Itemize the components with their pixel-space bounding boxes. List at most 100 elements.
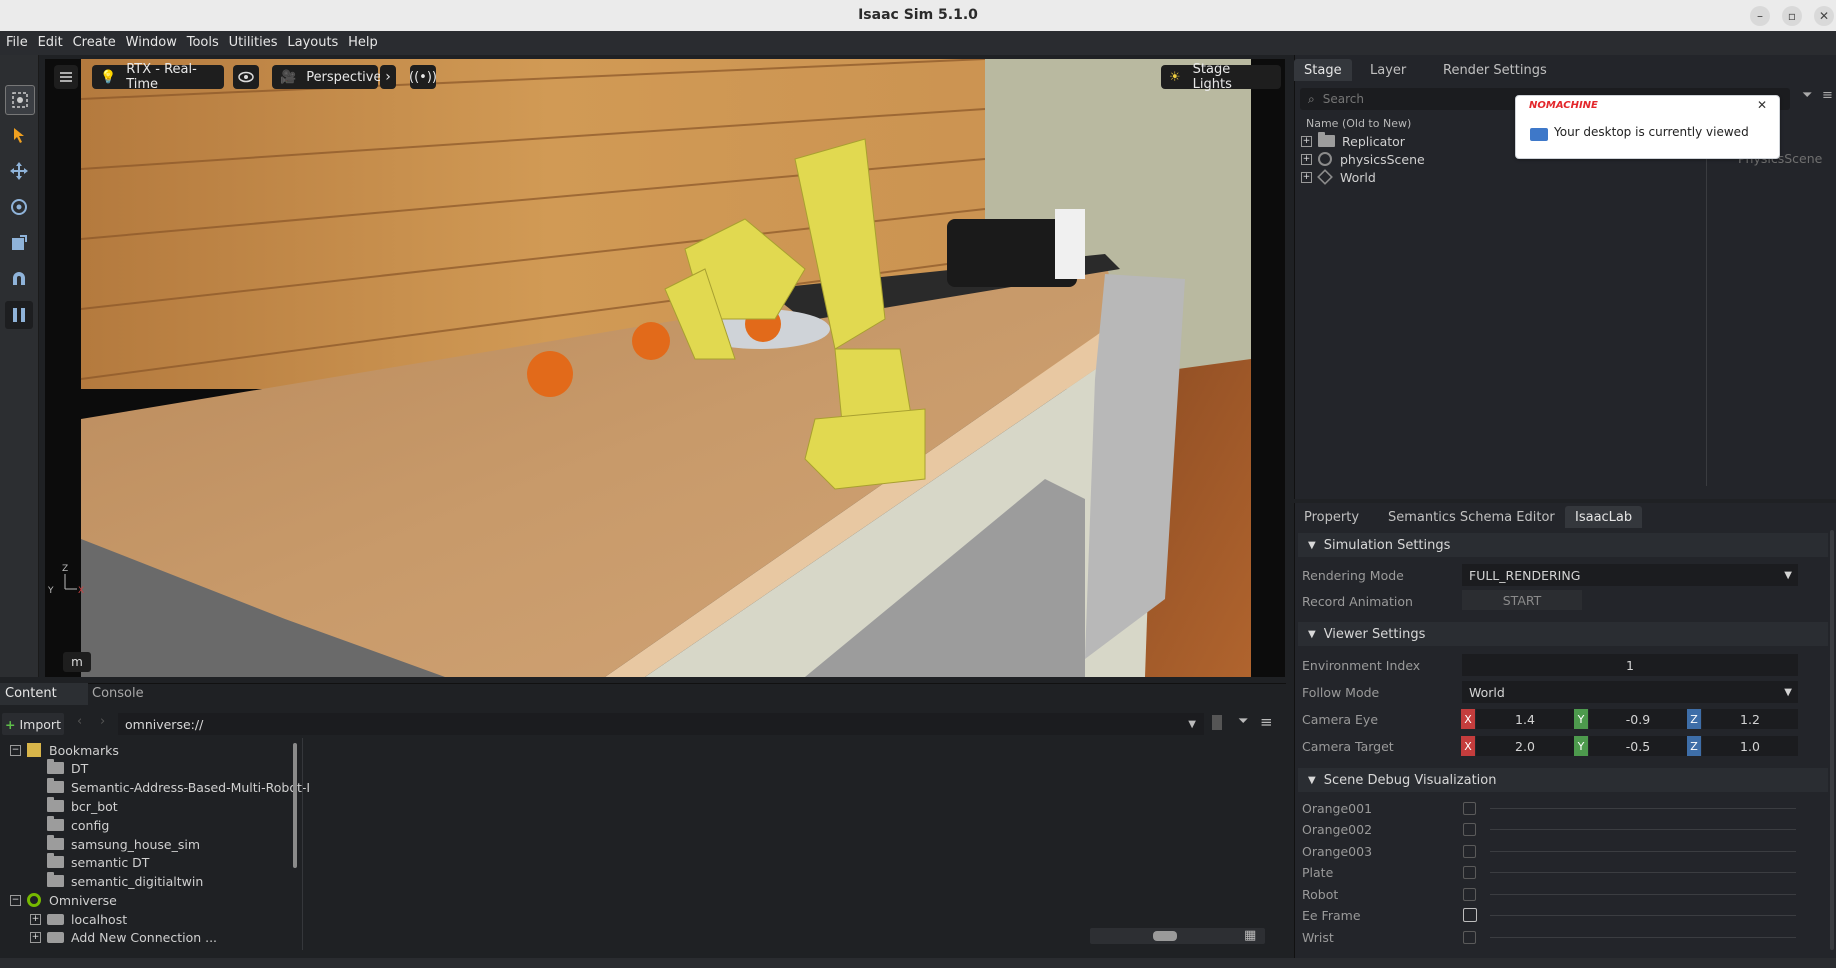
filter-icon[interactable]: ⏷ bbox=[1802, 88, 1812, 103]
maximize-icon[interactable]: ▫ bbox=[1782, 6, 1802, 26]
back-arrow-icon[interactable]: ‹ bbox=[77, 714, 82, 729]
follow-mode-dropdown[interactable]: World ▼ bbox=[1462, 681, 1798, 703]
rendering-mode-dropdown[interactable]: FULL_RENDERING ▼ bbox=[1462, 564, 1798, 586]
grid-view-icon[interactable]: ▦ bbox=[1244, 928, 1256, 943]
viewport[interactable]: Z Y X bbox=[45, 59, 1285, 677]
snap-magnet-icon[interactable] bbox=[5, 265, 33, 293]
menu-tools[interactable]: Tools bbox=[184, 31, 222, 50]
triangle-down-icon: ▼ bbox=[1308, 774, 1316, 786]
stage-item-physicsscene[interactable]: physicsScene bbox=[1318, 150, 1425, 168]
collapse-icon[interactable]: − bbox=[10, 895, 21, 906]
connection-item[interactable]: localhost bbox=[47, 910, 127, 928]
unit-badge[interactable]: m bbox=[63, 652, 91, 672]
sensor-icon[interactable]: ((•)) bbox=[409, 65, 437, 89]
tab-semantics-schema-editor[interactable]: Semantics Schema Editor bbox=[1378, 506, 1565, 528]
menu-bar: File Edit Create Window Tools Utilities … bbox=[0, 31, 1836, 55]
camera-eye-z[interactable]: 1.2 bbox=[1702, 709, 1798, 729]
minimize-icon[interactable]: – bbox=[1750, 6, 1770, 26]
camera-eye-y[interactable]: -0.9 bbox=[1589, 709, 1687, 729]
toast-close-icon[interactable]: ✕ bbox=[1757, 98, 1767, 112]
tree-folder-item[interactable]: bcr_bot bbox=[47, 797, 118, 815]
camera-target-label: Camera Target bbox=[1302, 739, 1394, 754]
eye-icon[interactable] bbox=[233, 65, 259, 89]
tab-stage[interactable]: Stage bbox=[1294, 59, 1352, 81]
debug-checkbox[interactable] bbox=[1463, 908, 1477, 922]
tab-render-settings[interactable]: Render Settings bbox=[1433, 59, 1557, 81]
debug-checkbox[interactable] bbox=[1463, 823, 1476, 836]
menu-icon[interactable]: ≡ bbox=[1822, 88, 1833, 103]
menu-icon[interactable]: ≡ bbox=[1260, 713, 1273, 731]
camera-target-y[interactable]: -0.5 bbox=[1589, 736, 1687, 756]
tree-folder-item[interactable]: semantic_digitialtwin bbox=[47, 872, 203, 890]
camera-target-x[interactable]: 2.0 bbox=[1476, 736, 1574, 756]
path-field[interactable]: omniverse:// ▼ bbox=[118, 713, 1204, 735]
tree-label: Omniverse bbox=[49, 892, 117, 908]
dropdown-arrow-icon[interactable]: ▼ bbox=[1188, 719, 1196, 730]
scene-debug-header[interactable]: ▼ Scene Debug Visualization bbox=[1298, 768, 1828, 792]
tab-isaaclab[interactable]: IsaacLab bbox=[1565, 506, 1643, 528]
tab-property[interactable]: Property bbox=[1294, 506, 1369, 528]
environment-index-field[interactable]: 1 bbox=[1462, 654, 1798, 676]
viewport-settings-icon[interactable] bbox=[54, 65, 78, 89]
thumbnail-size-slider[interactable] bbox=[1090, 928, 1265, 944]
slider-handle[interactable] bbox=[1153, 931, 1177, 941]
viewer-settings-header[interactable]: ▼ Viewer Settings bbox=[1298, 622, 1828, 646]
stage-item-world[interactable]: World bbox=[1317, 168, 1376, 186]
menu-window[interactable]: Window bbox=[123, 31, 180, 50]
select-arrow-icon[interactable] bbox=[5, 121, 33, 149]
debug-checkbox[interactable] bbox=[1463, 845, 1476, 858]
simulation-settings-header[interactable]: ▼ Simulation Settings bbox=[1298, 533, 1828, 557]
expand-icon[interactable]: + bbox=[30, 932, 41, 943]
record-start-button[interactable]: START bbox=[1462, 590, 1582, 610]
menu-utilities[interactable]: Utilities bbox=[226, 31, 281, 50]
tree-folder-item[interactable]: Semantic-Address-Based-Multi-Robot-I bbox=[47, 778, 310, 796]
nomachine-notification: NOMACHINE ✕ Your desktop is currently vi… bbox=[1515, 95, 1780, 159]
select-mode-icon[interactable] bbox=[5, 85, 35, 115]
stage-column-header[interactable]: Name (Old to New) bbox=[1306, 117, 1411, 130]
menu-create[interactable]: Create bbox=[70, 31, 119, 50]
debug-checkbox[interactable] bbox=[1463, 866, 1476, 879]
move-icon[interactable] bbox=[5, 157, 33, 185]
collapse-icon[interactable]: − bbox=[10, 745, 21, 756]
renderer-dropdown[interactable]: 💡 RTX - Real-Time bbox=[92, 62, 224, 92]
bookmark-icon[interactable] bbox=[1212, 715, 1222, 730]
tree-folder-item[interactable]: DT bbox=[47, 759, 88, 777]
scale-icon[interactable] bbox=[5, 229, 33, 257]
menu-edit[interactable]: Edit bbox=[35, 31, 66, 50]
connection-item[interactable]: Add New Connection ... bbox=[47, 928, 217, 946]
bookmarks-node[interactable]: Bookmarks bbox=[27, 741, 119, 759]
close-icon[interactable]: ✕ bbox=[1814, 6, 1834, 26]
tree-folder-item[interactable]: samsung_house_sim bbox=[47, 835, 200, 853]
stage-item-replicator[interactable]: Replicator bbox=[1318, 132, 1405, 150]
tree-scrollbar[interactable] bbox=[293, 743, 297, 868]
forward-arrow-icon[interactable]: › bbox=[100, 714, 105, 729]
menu-layouts[interactable]: Layouts bbox=[284, 31, 341, 50]
camera-eye-x[interactable]: 1.4 bbox=[1476, 709, 1574, 729]
property-scrollbar[interactable] bbox=[1830, 530, 1834, 950]
tab-console[interactable]: Console bbox=[92, 683, 144, 705]
debug-checkbox[interactable] bbox=[1463, 931, 1476, 944]
expand-icon[interactable]: + bbox=[30, 914, 41, 925]
menu-file[interactable]: File bbox=[3, 31, 31, 50]
debug-checkbox[interactable] bbox=[1463, 802, 1476, 815]
camera-target-z[interactable]: 1.0 bbox=[1702, 736, 1798, 756]
stage-lights-dropdown[interactable]: ☀ Stage Lights bbox=[1161, 62, 1281, 92]
import-button[interactable]: + Import bbox=[2, 713, 64, 735]
tab-layer[interactable]: Layer bbox=[1360, 59, 1416, 81]
filter-icon[interactable]: ⏷ bbox=[1238, 714, 1248, 729]
tree-folder-item[interactable]: config bbox=[47, 816, 109, 834]
menu-help[interactable]: Help bbox=[345, 31, 381, 50]
expand-icon[interactable]: + bbox=[1301, 172, 1312, 183]
omniverse-node[interactable]: Omniverse bbox=[27, 891, 117, 909]
tab-content[interactable]: Content bbox=[0, 683, 88, 705]
expand-icon[interactable]: + bbox=[1301, 154, 1312, 165]
rotate-icon[interactable] bbox=[5, 193, 33, 221]
debug-checkbox[interactable] bbox=[1463, 888, 1476, 901]
expand-icon[interactable]: + bbox=[1301, 136, 1312, 147]
camera-dropdown[interactable]: 🎥 Perspective bbox=[272, 65, 381, 89]
axis-z-badge: Z bbox=[1687, 709, 1701, 729]
chevron-right-icon[interactable]: › bbox=[380, 65, 396, 89]
tree-folder-item[interactable]: semantic DT bbox=[47, 853, 149, 871]
stage-item-label: physicsScene bbox=[1340, 151, 1425, 167]
pause-icon[interactable] bbox=[5, 301, 33, 329]
